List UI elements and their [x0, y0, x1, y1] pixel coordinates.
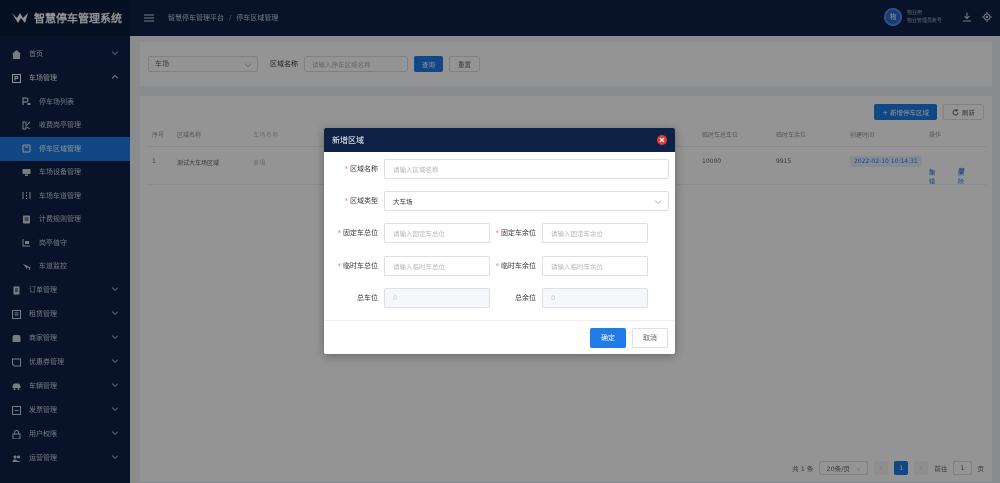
total-left-label: 总余位 — [515, 294, 536, 302]
fixed-left-input[interactable]: 请输入固定车余位 — [542, 223, 648, 243]
add-area-dialog: 新增区域 * 区域名称 请输入区域名称 * 区域类型 大车场 * 固定车总位 请输入固… — [324, 128, 675, 354]
temp-left-input[interactable]: 请输入临时车余位 — [542, 256, 648, 276]
dialog-title: 新增区域 — [332, 135, 364, 145]
total-label: 总车位 — [357, 294, 378, 302]
confirm-button[interactable]: 确定 — [590, 328, 626, 348]
area-name-row: * 区域名称 请输入区域名称 — [324, 159, 669, 179]
area-type-value: 大车场 — [393, 198, 413, 206]
temp-total-row: * 临时车总位 请输入临时车总位 — [324, 256, 490, 276]
total-row: 总车位 0 — [324, 288, 490, 308]
temp-left-row: * 临时车余位 请输入临时车余位 — [482, 256, 648, 276]
dialog-footer: 确定 取消 — [324, 320, 675, 354]
area-name-label: 区域名称 — [350, 165, 378, 173]
temp-total-label: 临时车总位 — [343, 262, 378, 270]
fixed-total-label: 固定车总位 — [343, 229, 378, 237]
area-type-row: * 区域类型 大车场 — [324, 191, 669, 211]
area-type-select[interactable]: 大车场 — [384, 191, 669, 211]
close-icon[interactable] — [657, 135, 667, 145]
area-name-input[interactable]: 请输入区域名称 — [384, 159, 669, 179]
total-field: 0 — [384, 288, 490, 308]
fixed-left-row: * 固定车余位 请输入固定车余位 — [482, 223, 648, 243]
fixed-total-row: * 固定车总位 请输入固定车总位 — [324, 223, 490, 243]
cancel-button[interactable]: 取消 — [632, 328, 668, 348]
dialog-header: 新增区域 — [324, 128, 675, 152]
fixed-left-label: 固定车余位 — [501, 229, 536, 237]
total-left-row: 总余位 0 — [482, 288, 648, 308]
area-type-label: 区域类型 — [350, 197, 378, 205]
temp-total-input[interactable]: 请输入临时车总位 — [384, 256, 490, 276]
temp-left-label: 临时车余位 — [501, 262, 536, 270]
fixed-total-input[interactable]: 请输入固定车总位 — [384, 223, 490, 243]
total-left-field: 0 — [542, 288, 648, 308]
chevron-down-icon — [655, 200, 661, 205]
